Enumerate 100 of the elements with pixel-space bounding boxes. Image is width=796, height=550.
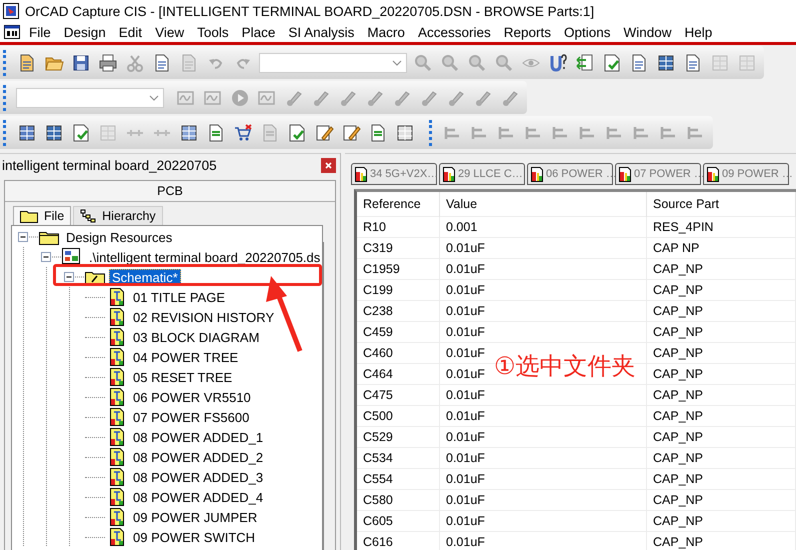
menu-item[interactable]: View <box>155 24 184 40</box>
table-cell: C1959 <box>357 258 440 280</box>
schematic-page-icon <box>108 388 126 406</box>
tree-item[interactable]: 08 POWER ADDED_1 <box>130 428 266 446</box>
tree-item[interactable]: 09 POWER JUMPER <box>130 508 260 526</box>
tree-item[interactable]: 07 POWER FS5600 <box>130 408 252 426</box>
document-tab[interactable]: 29 LLCE C… <box>439 163 525 185</box>
select-icon[interactable] <box>737 52 757 72</box>
tab[interactable]: Hierarchy <box>73 206 163 225</box>
hierarchy-icon <box>80 209 96 223</box>
menu-item[interactable]: Reports <box>504 24 551 40</box>
zoom-in-icon[interactable] <box>413 52 433 72</box>
schematic-page-icon <box>108 488 126 506</box>
table-cell: C238 <box>357 300 440 322</box>
folder-icon <box>39 230 59 244</box>
table-cell: 0.01uF <box>440 300 646 322</box>
table-cell: 0.001 <box>440 216 646 238</box>
pencil-icon[interactable] <box>314 122 334 142</box>
app-icon <box>3 3 19 19</box>
save-icon[interactable] <box>71 52 91 72</box>
menu-item[interactable]: Tools <box>197 24 229 40</box>
cart-icon[interactable] <box>233 122 253 142</box>
window-icon[interactable] <box>98 122 118 142</box>
menu-item[interactable]: Help <box>684 24 712 40</box>
tree-item[interactable]: 05 RESET TREE <box>130 368 236 386</box>
tree-item[interactable]: Design Resources <box>63 228 176 246</box>
menu-item[interactable]: SI Analysis <box>288 24 354 40</box>
table-cell: 0.01uF <box>440 322 646 342</box>
table-cell: 0.01uF <box>440 468 646 490</box>
check-document-icon[interactable] <box>602 52 622 72</box>
schematic-page-icon <box>619 166 631 182</box>
table-cell: C459 <box>357 322 440 342</box>
close-button[interactable] <box>321 158 336 172</box>
column-header[interactable]: Reference <box>357 192 440 216</box>
tree-item[interactable]: 02 REVISION HISTORY <box>130 308 278 326</box>
caret-icon <box>392 60 402 66</box>
grid-icon[interactable] <box>44 122 64 142</box>
window-title: OrCAD Capture CIS - [INTELLIGENT TERMINAL BOARD_20220705.DSN - BROWSE Parts:1] <box>25 4 594 18</box>
printer-icon[interactable] <box>98 52 118 72</box>
tree-item[interactable]: .\intelligent terminal board_20220705.ds <box>86 248 324 266</box>
tree-item[interactable]: 01 TITLE PAGE <box>130 288 228 306</box>
system-menu-icon[interactable] <box>4 25 20 39</box>
tree-item[interactable]: 04 POWER TREE <box>130 348 242 366</box>
tab[interactable]: File <box>13 206 72 225</box>
table-cell: C460 <box>357 342 440 364</box>
menu-item[interactable]: Edit <box>118 24 142 40</box>
table-cell: 0.01uF <box>440 384 646 406</box>
tree-item[interactable]: 06 POWER VR5510 <box>130 388 254 406</box>
zoom-area-icon[interactable] <box>467 52 487 72</box>
caret-icon <box>149 94 159 100</box>
menu-item[interactable]: File <box>29 24 51 40</box>
dropdown-field[interactable] <box>16 88 164 108</box>
schematic-page-icon <box>108 328 126 346</box>
table-cell: CAP_NP <box>646 364 796 384</box>
table-icon[interactable] <box>395 122 415 142</box>
tree-item[interactable]: 03 BLOCK DIAGRAM <box>130 328 262 346</box>
schematic-page-icon <box>108 468 126 486</box>
table-cell: RES_4PIN <box>646 216 796 238</box>
menu-item[interactable]: Macro <box>367 24 405 40</box>
table-cell: 0.01uF <box>440 426 646 448</box>
menu-item[interactable]: Accessories <box>418 24 491 40</box>
table-cell: CAP_NP <box>646 258 796 280</box>
zoom-out-icon[interactable] <box>440 52 460 72</box>
tree-item[interactable]: 08 POWER ADDED_3 <box>130 468 266 486</box>
swap-arrows-icon[interactable] <box>575 52 595 72</box>
schematic-page-icon <box>108 508 126 526</box>
panel-title: intelligent terminal board_20220705 <box>2 158 217 172</box>
schematic-page-icon <box>108 308 126 326</box>
pencil-icon[interactable] <box>341 122 361 142</box>
tree-item[interactable]: 08 POWER ADDED_2 <box>130 448 266 466</box>
column-header[interactable]: Source Part <box>646 192 796 216</box>
play-icon[interactable] <box>230 88 250 108</box>
tree-item[interactable]: 08 POWER ADDED_4 <box>130 488 266 506</box>
table-cell: CAP_NP <box>646 322 796 342</box>
table-cell: 0.01uF <box>440 280 646 300</box>
table-cell: CAP_NP <box>646 426 796 448</box>
menu-item[interactable]: Window <box>624 24 672 40</box>
schematic-page-icon <box>531 166 543 182</box>
table-cell: C605 <box>357 510 440 532</box>
zoom-all-icon[interactable] <box>494 52 514 72</box>
menu-item[interactable]: Design <box>64 24 106 40</box>
table-cell: CAP_NP <box>646 468 796 490</box>
cut-icon[interactable] <box>125 52 145 72</box>
schematic-page-icon <box>108 528 126 546</box>
tree-item[interactable]: 09 POWER SWITCH <box>130 528 258 546</box>
menu-item[interactable]: Options <box>564 24 611 40</box>
schematic-page-icon <box>707 166 719 182</box>
folder-icon <box>85 270 105 284</box>
annotate-icon[interactable] <box>548 52 568 72</box>
table-cell: C580 <box>357 490 440 510</box>
table-cell: CAP_NP <box>646 384 796 406</box>
column-header[interactable]: Value <box>440 192 646 216</box>
table-cell: CAP_NP <box>646 300 796 322</box>
menu-item[interactable]: Place <box>242 24 276 40</box>
folder-icon <box>20 210 38 222</box>
schematic-page-icon <box>108 288 126 306</box>
table-cell: C529 <box>357 426 440 448</box>
table-cell: R10 <box>357 216 440 238</box>
table-cell: CAP_NP <box>646 490 796 510</box>
dropdown-field[interactable] <box>259 52 407 72</box>
